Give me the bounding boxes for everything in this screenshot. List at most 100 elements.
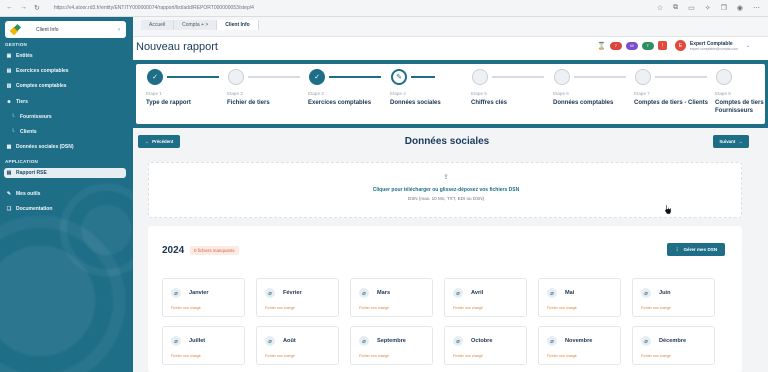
sidebar-item-comptes[interactable]: ▥ Comptes comptables xyxy=(6,81,67,91)
breadcrumb-item-current: Client Info xyxy=(217,20,259,30)
step-6[interactable]: Etape 6 Données comptables xyxy=(547,69,627,124)
month-name: Août xyxy=(283,338,296,344)
sidebar-item-label: Exercices comptables xyxy=(16,68,69,74)
month-card-fevrier[interactable]: ⌀ Février Fichier non chargé xyxy=(256,278,339,317)
sidebar-item-clients[interactable]: └ Clients xyxy=(10,127,36,137)
step-4[interactable]: ✎ Etape 4 Données sociales xyxy=(384,69,464,124)
paperclip-icon: ⌀ xyxy=(265,288,275,298)
paperclip-icon: ⌀ xyxy=(641,288,651,298)
arrow-right-icon: → xyxy=(738,139,743,144)
notification-badge[interactable]: 7 xyxy=(609,41,622,50)
header-actions: ⌛ 7 M T ! E Expert Comptable expert.comp… xyxy=(597,40,750,51)
address-bar[interactable]: https://v4.atoor.rd3.fr/entity/ENTITY000… xyxy=(54,5,254,11)
step-number: Etape 1 xyxy=(146,91,162,96)
extensions-icon[interactable]: ⧉ xyxy=(673,4,678,12)
corner-icon: └ xyxy=(11,114,15,120)
sidebar-item-label: Tiers xyxy=(16,99,28,105)
month-status: Fichier non chargé xyxy=(453,306,483,310)
month-card-decembre[interactable]: ⌀ Décembre Fichier non chargé xyxy=(632,326,715,365)
upload-icon: ⇪ xyxy=(443,174,449,181)
sidebar-item-documentation[interactable]: ❏ Documentation xyxy=(6,204,53,214)
split-icon[interactable]: ▭ xyxy=(688,4,695,12)
month-name: Décembre xyxy=(659,338,687,344)
sidebar: Client Info › GESTION ▣ Entités ▤ Exerci… xyxy=(0,17,133,372)
sidebar-item-tiers[interactable]: ☻ Tiers xyxy=(6,97,28,107)
step-connector xyxy=(329,76,381,78)
chevron-down-icon: ⌄ xyxy=(745,42,750,49)
sidebar-item-dsn[interactable]: ▦ Données sociales (DSN) xyxy=(6,142,74,152)
month-card-octobre[interactable]: ⌀ Octobre Fichier non chargé xyxy=(444,326,527,365)
step-2[interactable]: Etape 2 Fichier de tiers xyxy=(221,69,301,124)
month-name: Septembre xyxy=(377,338,406,344)
month-name: Mars xyxy=(377,290,391,296)
more-icon[interactable]: ⋯ xyxy=(753,4,760,12)
month-card-avril[interactable]: ⌀ Avril Fichier non chargé xyxy=(444,278,527,317)
hourglass-icon[interactable]: ⌛ xyxy=(597,42,606,50)
paperclip-icon: ⌀ xyxy=(171,336,181,346)
alert-icon[interactable]: ! xyxy=(657,41,667,50)
step-1[interactable]: ✓ Etape 1 Type de rapport xyxy=(140,69,220,124)
star-icon[interactable]: ☆ xyxy=(657,4,663,12)
month-status: Fichier non chargé xyxy=(171,354,201,358)
sidebar-item-label: Documentation xyxy=(16,206,53,212)
next-button[interactable]: Suivant → xyxy=(713,135,749,148)
breadcrumb-item[interactable]: Compta + > xyxy=(174,20,218,30)
step-3[interactable]: ✓ Etape 3 Exercices comptables xyxy=(302,69,382,124)
month-card-mai[interactable]: ⌀ Mai Fichier non chargé xyxy=(538,278,621,317)
forward-icon[interactable]: → xyxy=(20,4,27,12)
month-card-aout[interactable]: ⌀ Août Fichier non chargé xyxy=(256,326,339,365)
user-name: Expert Comptable xyxy=(689,40,733,47)
avatar: E xyxy=(674,40,686,51)
month-name: Octobre xyxy=(471,338,493,344)
manage-dsn-button[interactable]: ⋮ Gérer mes DSN xyxy=(667,243,725,256)
main-content: ← Précédent Données sociales Suivant → ⇪… xyxy=(133,128,768,372)
month-card-mars[interactable]: ⌀ Mars Fichier non chargé xyxy=(350,278,433,317)
step-name: Fichier de tiers xyxy=(227,100,270,106)
breadcrumb-item[interactable]: Accueil xyxy=(141,20,175,30)
month-status: Fichier non chargé xyxy=(265,306,295,310)
month-card-janvier[interactable]: ⌀ Janvier Fichier non chargé xyxy=(162,278,245,317)
check-icon: ✓ xyxy=(147,69,163,85)
step-7[interactable]: Etape 7 Comptes de tiers - Clients xyxy=(628,69,708,124)
user-email: expert.comptable@compta.com xyxy=(689,46,738,51)
more-vertical-icon: ⋮ xyxy=(674,246,680,252)
sidebar-item-exercices[interactable]: ▤ Exercices comptables xyxy=(6,66,69,76)
month-status: Fichier non chargé xyxy=(265,354,295,358)
users-icon: ☻ xyxy=(6,99,12,105)
status-badge: 0 fichiers manquants xyxy=(190,246,239,255)
next-button-label: Suivant xyxy=(719,139,736,144)
paperclip-icon: ⌀ xyxy=(171,288,181,298)
profile-icon[interactable]: ◉ xyxy=(737,4,743,12)
step-name: Exercices comptables xyxy=(308,100,372,106)
back-icon[interactable]: ← xyxy=(6,4,13,12)
section-gestion: GESTION xyxy=(5,42,28,47)
month-status: Fichier non chargé xyxy=(359,354,389,358)
sidebar-item-label: Entités xyxy=(16,53,33,59)
month-card-juillet[interactable]: ⌀ Juillet Fichier non chargé xyxy=(162,326,245,365)
document-icon: ▦ xyxy=(6,144,12,150)
collections-icon[interactable]: ❐ xyxy=(721,4,727,12)
month-name: Juillet xyxy=(189,338,206,344)
month-card-novembre[interactable]: ⌀ Novembre Fichier non chargé xyxy=(538,326,621,365)
sidebar-item-entites[interactable]: ▣ Entités xyxy=(6,51,33,61)
reload-icon[interactable]: ↻ xyxy=(34,4,40,12)
client-selector[interactable]: Client Info › xyxy=(5,21,126,38)
month-status: Fichier non chargé xyxy=(171,306,201,310)
notification-badge[interactable]: T xyxy=(641,41,654,50)
step-8[interactable]: Etape 8 Comptes de tiers - Fournisseurs xyxy=(709,69,765,124)
favorites-icon[interactable]: ✧ xyxy=(705,4,711,12)
step-connector xyxy=(492,76,544,78)
sidebar-item-rapport-rse[interactable]: ▤ Rapport RSE xyxy=(4,168,126,178)
notification-badge[interactable]: M xyxy=(625,41,638,50)
step-number: Etape 6 xyxy=(553,91,569,96)
user-menu[interactable]: E Expert Comptable expert.comptable@comp… xyxy=(674,40,750,51)
sidebar-item-fournisseurs[interactable]: └ Fournisseurs xyxy=(10,112,51,122)
step-5[interactable]: Etape 5 Chiffres clés xyxy=(465,69,545,124)
month-card-septembre[interactable]: ⌀ Septembre Fichier non chargé xyxy=(350,326,433,365)
sidebar-item-label: Données sociales (DSN) xyxy=(16,144,74,150)
dsn-dropzone[interactable]: ⇪ Cliquer pour télécharger ou glissez-dé… xyxy=(148,162,742,218)
sidebar-item-outils[interactable]: ✎ Mes outils xyxy=(6,189,41,199)
month-card-juin[interactable]: ⌀ Juin Fichier non chargé xyxy=(632,278,715,317)
manage-dsn-label: Gérer mes DSN xyxy=(683,247,718,252)
step-circle xyxy=(472,69,488,85)
